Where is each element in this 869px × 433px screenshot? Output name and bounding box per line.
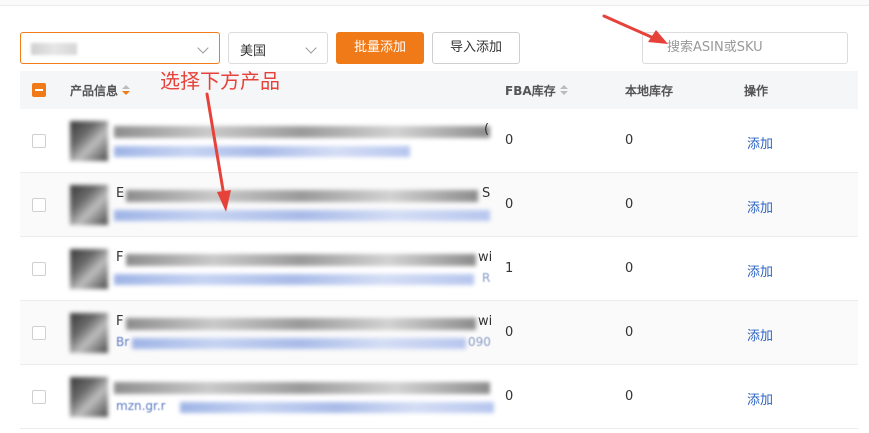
row-checkbox[interactable] xyxy=(32,262,46,276)
page: 美国 批量添加 导入添加 搜索ASIN或SKU 产品信息 FBA库存 本地库存 … xyxy=(0,0,869,433)
product-link-head: mzn.gr.r xyxy=(116,399,166,413)
product-link-tail: 090 xyxy=(468,335,491,349)
top-divider xyxy=(0,0,869,6)
product-link-tail: R xyxy=(482,271,491,285)
table-row: F wi R 1 0 添加 xyxy=(20,237,858,301)
product-thumbnail xyxy=(70,377,108,417)
product-title-blurred xyxy=(126,254,476,266)
add-link[interactable]: 添加 xyxy=(747,389,773,408)
product-link-blurred[interactable] xyxy=(114,210,490,221)
add-link[interactable]: 添加 xyxy=(747,197,773,216)
product-title-tail: wi xyxy=(478,314,493,329)
annotation-label: 选择下方产品 xyxy=(160,69,280,93)
row-checkbox[interactable] xyxy=(32,134,46,148)
fba-stock-value: 0 xyxy=(505,325,514,340)
product-title-blurred xyxy=(114,382,490,394)
product-link-blurred[interactable] xyxy=(180,402,494,413)
product-thumbnail xyxy=(70,249,108,289)
local-stock-value: 0 xyxy=(625,325,634,340)
store-select[interactable] xyxy=(20,32,220,64)
fba-stock-value: 0 xyxy=(505,197,514,212)
add-link[interactable]: 添加 xyxy=(747,325,773,344)
fba-stock-value: 1 xyxy=(505,261,514,276)
sort-icon[interactable] xyxy=(559,85,568,96)
select-all-checkbox[interactable] xyxy=(32,83,46,97)
product-link-head: Br xyxy=(116,335,130,349)
bulk-add-button[interactable]: 批量添加 xyxy=(336,32,424,64)
table-row: E S 0 0 添加 xyxy=(20,173,858,237)
product-title-blurred xyxy=(126,190,478,202)
add-link[interactable]: 添加 xyxy=(747,261,773,280)
country-select[interactable]: 美国 xyxy=(228,32,328,64)
row-checkbox[interactable] xyxy=(32,326,46,340)
store-select-value-blurred xyxy=(31,43,77,55)
local-stock-value: 0 xyxy=(625,197,634,212)
local-stock-value: 0 xyxy=(625,389,634,404)
header-local-stock: 本地库存 xyxy=(625,84,674,98)
table-row: F wi Br 090 0 0 添加 xyxy=(20,301,858,365)
row-checkbox[interactable] xyxy=(32,198,46,212)
product-title-tail: ( xyxy=(484,122,490,137)
country-select-value: 美国 xyxy=(240,44,267,59)
fba-stock-value: 0 xyxy=(505,389,514,404)
toolbar: 美国 批量添加 导入添加 搜索ASIN或SKU xyxy=(20,32,849,64)
header-fba-stock-label: FBA库存 xyxy=(505,84,556,98)
product-link-blurred[interactable] xyxy=(114,274,474,285)
header-fba-stock[interactable]: FBA库存 xyxy=(505,82,568,99)
header-product-info-label: 产品信息 xyxy=(70,84,119,98)
import-add-button[interactable]: 导入添加 xyxy=(432,32,520,64)
sort-icon[interactable] xyxy=(122,85,131,96)
row-checkbox[interactable] xyxy=(32,390,46,404)
product-link-blurred[interactable] xyxy=(114,146,410,157)
fba-stock-value: 0 xyxy=(505,133,514,148)
product-title-blurred xyxy=(114,126,490,138)
product-thumbnail xyxy=(70,185,108,225)
product-title-tail: S xyxy=(482,186,491,201)
local-stock-value: 0 xyxy=(625,261,634,276)
table-header: 产品信息 FBA库存 本地库存 操作 xyxy=(20,71,858,109)
chevron-down-icon xyxy=(197,42,209,54)
product-title-head: F xyxy=(116,314,124,329)
add-link[interactable]: 添加 xyxy=(747,133,773,152)
product-title-head: F xyxy=(116,250,124,265)
table-row: ( 0 0 添加 xyxy=(20,109,858,173)
product-link-blurred[interactable] xyxy=(132,338,466,349)
product-thumbnail xyxy=(70,313,108,353)
chevron-down-icon xyxy=(305,42,317,54)
product-title-tail: wi xyxy=(478,250,493,265)
table-row: mzn.gr.r 0 0 添加 xyxy=(20,365,858,429)
product-table: 产品信息 FBA库存 本地库存 操作 ( 0 0 添加 E S 0 0 添加 F… xyxy=(20,71,858,429)
product-thumbnail xyxy=(70,121,108,161)
search-input[interactable]: 搜索ASIN或SKU xyxy=(642,32,848,64)
header-actions: 操作 xyxy=(744,84,769,98)
local-stock-value: 0 xyxy=(625,133,634,148)
header-product-info[interactable]: 产品信息 xyxy=(70,82,131,99)
product-title-head: E xyxy=(116,186,125,201)
product-title-blurred xyxy=(126,318,476,330)
